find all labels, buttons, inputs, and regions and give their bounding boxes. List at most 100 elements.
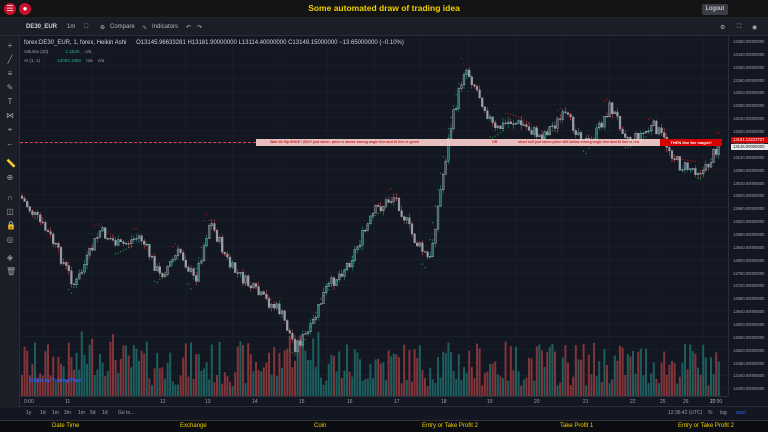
volume-bar: [260, 371, 263, 396]
ruler-icon[interactable]: 📏: [6, 160, 16, 168]
range-3m[interactable]: 3m: [64, 410, 71, 416]
candle: [504, 122, 507, 124]
auto-toggle[interactable]: auto: [736, 410, 746, 416]
volume-bar: [619, 345, 621, 396]
logout-button[interactable]: Logout: [701, 4, 728, 15]
trash-icon[interactable]: 🗑: [6, 268, 16, 276]
volume-bar: [190, 342, 192, 396]
volume-bar: [715, 352, 718, 396]
ai-line-point: [582, 150, 585, 152]
top-bar: ☰ ● Some automated draw of trading idea …: [0, 0, 768, 18]
volume-bar: [382, 362, 385, 396]
volume-bar: [99, 354, 101, 396]
snapshot-icon[interactable]: ◉: [752, 24, 757, 31]
undo-icon[interactable]: ↶: [186, 24, 191, 31]
volume-bar: [650, 373, 653, 396]
layers-icon[interactable]: ◈: [6, 254, 14, 262]
range-1m-b[interactable]: 1m: [78, 410, 85, 416]
trade-idea-annotation[interactable]: Wait till flip ENDS ! (BUY just when: pr…: [256, 139, 722, 146]
candle: [228, 256, 232, 268]
time-axis[interactable]: 0:00 11 12 13 14 15 16 17 18 19 20 21 22 25 26 27 11:00: [20, 396, 728, 406]
candle: [114, 239, 117, 246]
candle: [520, 120, 523, 126]
candle: [195, 275, 198, 282]
price-axis-label: 13400.00000000: [733, 64, 765, 70]
ai-line-point: [523, 119, 525, 121]
volume-bar: [530, 358, 533, 396]
price-axis-label: 12720.00000000: [733, 283, 765, 289]
legend-symbol[interactable]: forex:DE30_EUR, 1, forex, Heikin Ashi: [24, 40, 126, 46]
volume-bar: [135, 348, 138, 396]
ai-line-point: [208, 219, 210, 221]
goto-button[interactable]: Go to...: [118, 410, 134, 416]
bar-style-icon[interactable]: ⛶: [84, 24, 88, 31]
brush-icon[interactable]: ✎: [6, 84, 14, 92]
range-1y[interactable]: 1y: [26, 410, 31, 416]
arrow-icon[interactable]: ←: [6, 140, 14, 148]
volume-bar: [210, 344, 213, 396]
fib-icon[interactable]: ≡: [6, 70, 14, 78]
interval-button[interactable]: 1m: [67, 24, 75, 30]
volume-bar: [281, 367, 283, 396]
symbol-search[interactable]: DE30_EUR: [26, 24, 57, 30]
ai-line-point: [585, 152, 587, 155]
volume-bar: [148, 378, 151, 396]
volume-bar: [411, 381, 413, 396]
compare-button[interactable]: Compare: [110, 24, 135, 30]
settings-icon[interactable]: ⚙: [720, 24, 725, 31]
tradingview-logo[interactable]: Chart by TradingView: [30, 378, 81, 384]
ai-line-point: [510, 113, 512, 116]
ai-line-point: [390, 187, 392, 190]
indicators-icon[interactable]: ∿: [142, 24, 147, 31]
volume-bar: [265, 362, 268, 396]
price-chart[interactable]: [20, 36, 728, 396]
volume-bar: [580, 359, 582, 396]
range-1m-a[interactable]: 1m: [52, 410, 59, 416]
volume-bar: [499, 376, 502, 396]
price-axis-label: 13080.00000000: [733, 167, 765, 173]
volume-indicator-label[interactable]: Volume (20): [24, 49, 48, 54]
ai-indicator-label[interactable]: AI (1, 1): [24, 58, 40, 63]
crosshair-icon[interactable]: +: [6, 42, 14, 50]
volume-bar: [301, 344, 304, 396]
candle: [660, 127, 663, 133]
candle: [223, 252, 226, 255]
indicators-button[interactable]: Indicators: [152, 24, 178, 30]
fullscreen-icon[interactable]: ⛶: [737, 24, 741, 31]
text-icon[interactable]: T: [6, 98, 14, 106]
zoom-icon[interactable]: ⊕: [6, 174, 14, 182]
trendline-icon[interactable]: ╱: [6, 56, 14, 64]
lock-icon[interactable]: 🔒: [6, 222, 16, 230]
volume-bar: [379, 363, 382, 396]
magnet-icon[interactable]: ∩: [6, 194, 14, 202]
redo-icon[interactable]: ↷: [197, 24, 202, 31]
candle: [527, 126, 531, 131]
volume-bar: [26, 350, 29, 396]
range-1d-b[interactable]: 1d: [102, 410, 108, 416]
volume-bar: [447, 342, 450, 396]
range-1d-a[interactable]: 1d: [40, 410, 46, 416]
percent-toggle[interactable]: %: [708, 410, 712, 416]
measure-icon[interactable]: ⌖: [6, 126, 14, 134]
ai-line-point: [512, 114, 515, 117]
price-axis[interactable]: 13480.00000000 13440.00000000 13400.000000…: [728, 36, 768, 396]
volume-bar: [130, 367, 133, 396]
compare-icon[interactable]: ⊕: [100, 24, 105, 31]
volume-bar: [668, 364, 671, 396]
log-toggle[interactable]: log: [720, 410, 727, 416]
range-5d[interactable]: 5d: [90, 410, 96, 416]
pattern-icon[interactable]: ⋈: [6, 112, 14, 120]
volume-bar: [694, 353, 697, 396]
volume-bar: [335, 371, 338, 396]
volume-bar: [478, 348, 481, 396]
volume-bar: [546, 352, 549, 396]
lock-drawings-icon[interactable]: ◫: [6, 208, 14, 216]
volume-bar: [119, 358, 122, 396]
ai-line-point: [684, 159, 686, 161]
ai-line-point: [70, 292, 73, 294]
footer-entry-tp2-b: Entry or Take Profit 2: [678, 423, 734, 429]
volume-bar: [361, 380, 364, 396]
candle: [678, 156, 681, 171]
volume-bar: [314, 366, 317, 396]
visibility-icon[interactable]: ◎: [6, 236, 14, 244]
